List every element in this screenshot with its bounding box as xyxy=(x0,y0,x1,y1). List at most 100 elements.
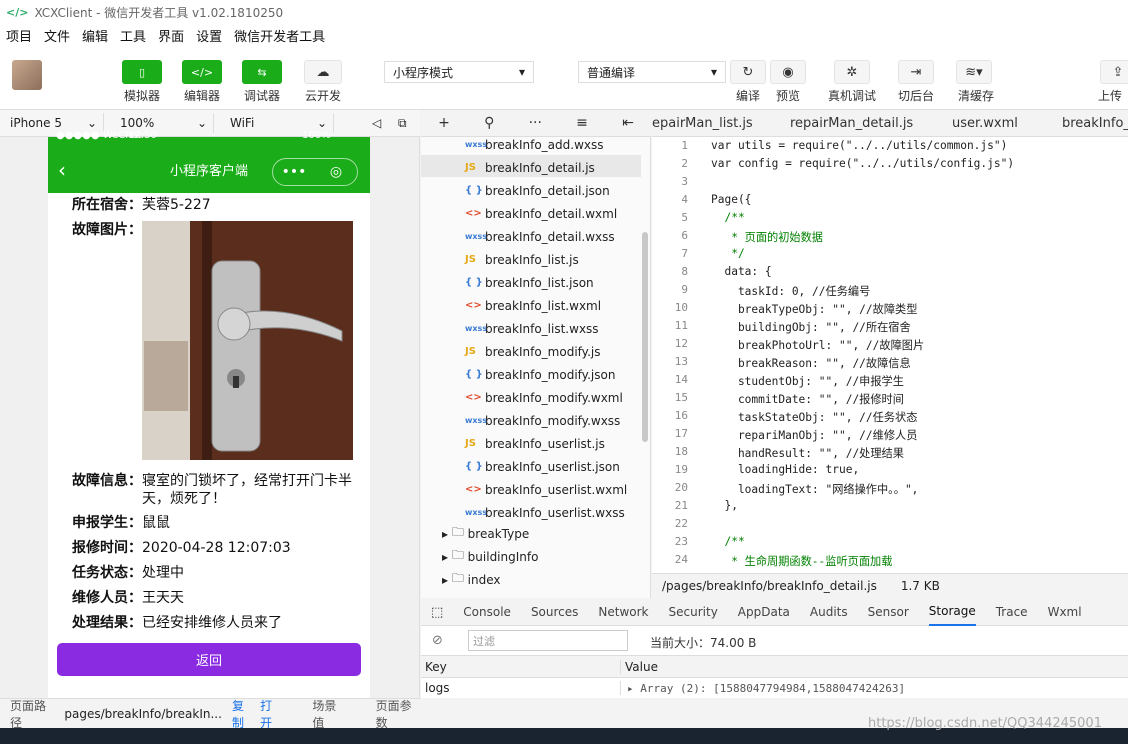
file-item[interactable]: <> breakInfo_modify.wxml xyxy=(465,386,650,409)
real-debug-button[interactable]: ✲ xyxy=(834,60,870,84)
mute-icon[interactable]: ◁ xyxy=(372,116,381,130)
line-number: 9 xyxy=(681,283,688,296)
menu-edit[interactable]: 编辑 xyxy=(82,26,108,45)
background-button[interactable]: ⇥ xyxy=(898,60,934,84)
folder-breakType[interactable]: ▸ 🗀 breakType xyxy=(442,522,529,545)
file-item[interactable]: { } breakInfo_list.json xyxy=(465,271,650,294)
devtools-tab-network[interactable]: Network xyxy=(598,599,648,626)
file-item[interactable]: JS breakInfo_userlist.js xyxy=(465,432,650,455)
menu-project[interactable]: 项目 xyxy=(6,26,32,45)
search-icon[interactable]: ⚲ xyxy=(484,115,494,131)
js-file-icon: JS xyxy=(465,438,476,449)
back-arrow-icon[interactable]: ‹ xyxy=(58,158,66,182)
sort-icon[interactable]: ≡ xyxy=(576,115,588,131)
devtools-tab-audits[interactable]: Audits xyxy=(810,599,848,626)
folder-index[interactable]: ▸ 🗀 index xyxy=(442,568,501,591)
file-item[interactable]: <> breakInfo_list.wxml xyxy=(465,294,650,317)
file-item[interactable]: JS breakInfo_modify.js xyxy=(465,340,650,363)
devtools-tab-storage[interactable]: Storage xyxy=(928,599,976,626)
watermark: https://blog.csdn.net/QQ344245001 xyxy=(868,716,1102,731)
storage-row[interactable]: logs ▸ Array (2): [1588047794984,15880474… xyxy=(421,678,1128,698)
line-number: 4 xyxy=(681,193,688,206)
file-item[interactable]: wxss breakInfo_add.wxss xyxy=(465,133,650,156)
popout-icon[interactable]: ⧉ xyxy=(398,116,407,131)
menu-file[interactable]: 文件 xyxy=(44,26,70,45)
code-line: buildingObj: "", //所在宿舍 xyxy=(711,321,911,334)
folder-buildingInfo[interactable]: ▸ 🗀 buildingInfo xyxy=(442,545,538,568)
file-name: breakInfo_detail.json xyxy=(485,183,610,198)
tab-breakinfo-u[interactable]: breakInfo_u xyxy=(1062,110,1128,136)
line-number: 19 xyxy=(674,463,688,476)
field-label: 报修时间： xyxy=(72,540,142,556)
block-icon[interactable]: ⊘ xyxy=(432,633,443,648)
inspect-icon[interactable]: ⬚ xyxy=(431,605,443,620)
file-item[interactable]: JS breakInfo_detail.js xyxy=(465,156,650,179)
devtools-tab-wxml[interactable]: Wxml xyxy=(1048,599,1082,626)
compile-value: 普通编译 xyxy=(587,65,636,80)
tab-repairman-detail[interactable]: repairMan_detail.js xyxy=(790,110,913,136)
devtools-tab-trace[interactable]: Trace xyxy=(996,599,1028,626)
devtools-tab-security[interactable]: Security xyxy=(669,599,718,626)
filter-input[interactable]: 过滤 xyxy=(468,630,628,651)
clear-cache-button[interactable]: ≋▾ xyxy=(956,60,992,84)
file-item[interactable]: <> breakInfo_userlist.wxml xyxy=(465,478,650,501)
collapse-icon[interactable]: ⇤ xyxy=(622,115,634,131)
devtools-tab-sources[interactable]: Sources xyxy=(531,599,578,626)
mode-select[interactable]: 小程序模式 ▾ xyxy=(384,61,534,83)
avatar[interactable] xyxy=(12,60,42,90)
close-circle-icon[interactable]: ◎ xyxy=(315,164,357,180)
capsule-menu[interactable]: ••• ◎ xyxy=(272,158,358,186)
file-item[interactable]: wxss breakInfo_detail.wxss xyxy=(465,225,650,248)
compile-select[interactable]: 普通编译 ▾ xyxy=(578,61,726,83)
preview-button[interactable]: ◉ xyxy=(770,60,806,84)
menu-wechat-devtools[interactable]: 微信开发者工具 xyxy=(234,26,325,45)
file-item[interactable]: wxss breakInfo_modify.wxss xyxy=(465,409,650,432)
field-label: 申报学生： xyxy=(72,515,142,531)
menu-settings[interactable]: 设置 xyxy=(196,26,222,45)
tab-user-wxml[interactable]: user.wxml xyxy=(952,110,1018,136)
line-number: 3 xyxy=(681,175,688,188)
add-icon[interactable]: + xyxy=(438,115,450,131)
field-repairman: 维修人员： 王天天 xyxy=(72,589,362,607)
devtools-tab-sensor[interactable]: Sensor xyxy=(868,599,909,626)
devtools-tab-console[interactable]: Console xyxy=(463,599,511,626)
code-line: }, xyxy=(711,499,738,512)
file-item[interactable]: <> breakInfo_detail.wxml xyxy=(465,202,650,225)
return-button[interactable]: 返回 xyxy=(57,643,361,676)
switch-icon: ⇥ xyxy=(910,64,922,80)
wxml-file-icon: <> xyxy=(465,208,482,219)
devtools-tab-appdata[interactable]: AppData xyxy=(738,599,790,626)
file-item[interactable]: { } breakInfo_userlist.json xyxy=(465,455,650,478)
copy-link[interactable]: 复制 xyxy=(232,697,254,731)
json-file-icon: { } xyxy=(465,185,483,196)
more-dots-icon[interactable]: ••• xyxy=(273,164,315,180)
file-size: 1.7 KB xyxy=(900,579,940,593)
code-line: var utils = require("../../utils/common.… xyxy=(711,139,1008,152)
menu-tools[interactable]: 工具 xyxy=(120,26,146,45)
menu-view[interactable]: 界面 xyxy=(158,26,184,45)
params-button[interactable]: 页面参数 xyxy=(376,697,420,731)
caret-down-icon: ▾ xyxy=(518,65,525,79)
debugger-button[interactable]: ⇆ xyxy=(242,60,282,84)
line-number: 17 xyxy=(674,427,688,440)
cloud-button[interactable]: ☁ xyxy=(304,60,342,84)
folder-name: breakType xyxy=(467,526,530,541)
file-name: breakInfo_list.json xyxy=(485,275,594,290)
simulator-button[interactable]: ▯ xyxy=(122,60,162,84)
upload-button[interactable]: ⇪ xyxy=(1100,60,1128,84)
open-link[interactable]: 打开 xyxy=(260,697,282,731)
file-name: breakInfo_modify.wxml xyxy=(485,390,623,405)
caret-right-icon: ▸ xyxy=(442,549,452,564)
file-name: breakInfo_modify.json xyxy=(485,367,616,382)
scene-button[interactable]: 场景值 xyxy=(312,697,345,731)
tab-repairman-list[interactable]: epairMan_list.js xyxy=(652,110,753,136)
file-item[interactable]: { } breakInfo_modify.json xyxy=(465,363,650,386)
file-item[interactable]: wxss breakInfo_userlist.wxss xyxy=(465,501,650,524)
file-item[interactable]: wxss breakInfo_list.wxss xyxy=(465,317,650,340)
more-icon[interactable]: ··· xyxy=(529,115,542,131)
editor-button[interactable]: </> xyxy=(182,60,222,84)
file-item[interactable]: JS breakInfo_list.js xyxy=(465,248,650,271)
compile-button[interactable]: ↻ xyxy=(730,60,766,84)
file-tree-scrollbar[interactable] xyxy=(642,232,648,442)
file-item[interactable]: { } breakInfo_detail.json xyxy=(465,179,650,202)
